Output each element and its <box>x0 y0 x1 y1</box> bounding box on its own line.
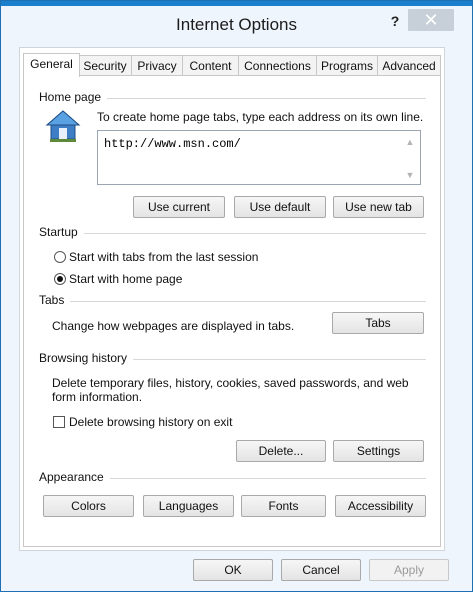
tab-general[interactable]: General <box>23 53 80 77</box>
apply-button[interactable]: Apply <box>369 559 449 581</box>
accessibility-button[interactable]: Accessibility <box>335 495 426 517</box>
browsing-history-heading: Browsing history <box>39 351 134 365</box>
title-bar-accent <box>1 1 472 6</box>
colors-button[interactable]: Colors <box>43 495 134 517</box>
radio-home-page-label[interactable]: Start with home page <box>69 272 182 286</box>
history-settings-button[interactable]: Settings <box>333 440 424 462</box>
home-page-heading: Home page <box>39 90 108 104</box>
use-default-button[interactable]: Use default <box>234 196 326 218</box>
home-page-address-value: http://www.msn.com/ <box>104 137 241 151</box>
tabs-description: Change how webpages are displayed in tab… <box>52 319 295 333</box>
cancel-button[interactable]: Cancel <box>281 559 361 581</box>
use-new-tab-button[interactable]: Use new tab <box>333 196 424 218</box>
home-page-description: To create home page tabs, type each addr… <box>97 110 424 124</box>
appearance-heading: Appearance <box>39 470 110 484</box>
home-page-address-input[interactable]: http://www.msn.com/ ▲ ▼ <box>97 130 421 185</box>
fonts-button[interactable]: Fonts <box>241 495 326 517</box>
radio-last-session[interactable] <box>54 251 66 263</box>
languages-button[interactable]: Languages <box>143 495 234 517</box>
browsing-history-description: Delete temporary files, history, cookies… <box>52 376 409 404</box>
tabs-settings-button[interactable]: Tabs <box>332 312 424 334</box>
ok-button[interactable]: OK <box>193 559 273 581</box>
delete-on-exit-label[interactable]: Delete browsing history on exit <box>69 415 232 429</box>
help-button[interactable]: ? <box>384 11 406 31</box>
close-button[interactable]: ✕ <box>408 9 454 31</box>
tab-security[interactable]: Security <box>78 55 132 76</box>
delete-on-exit-checkbox[interactable] <box>53 416 65 428</box>
tab-programs[interactable]: Programs <box>316 55 378 76</box>
delete-button[interactable]: Delete... <box>236 440 326 462</box>
startup-heading: Startup <box>39 225 84 239</box>
radio-home-page[interactable] <box>54 273 66 285</box>
tab-content[interactable]: Content <box>182 55 239 76</box>
startup-divider <box>41 233 426 234</box>
internet-options-dialog: Internet Options ? ✕ General Security Pr… <box>0 0 473 592</box>
tab-advanced[interactable]: Advanced <box>377 55 441 76</box>
tab-privacy[interactable]: Privacy <box>131 55 183 76</box>
home-icon <box>45 110 81 142</box>
tabs-divider <box>41 301 426 302</box>
scroll-up-icon[interactable]: ▲ <box>404 137 416 147</box>
tab-connections[interactable]: Connections <box>238 55 317 76</box>
radio-last-session-label[interactable]: Start with tabs from the last session <box>69 250 258 264</box>
scroll-down-icon[interactable]: ▼ <box>404 170 416 180</box>
close-icon: ✕ <box>423 10 439 30</box>
use-current-button[interactable]: Use current <box>133 196 225 218</box>
tabs-heading: Tabs <box>39 293 71 307</box>
